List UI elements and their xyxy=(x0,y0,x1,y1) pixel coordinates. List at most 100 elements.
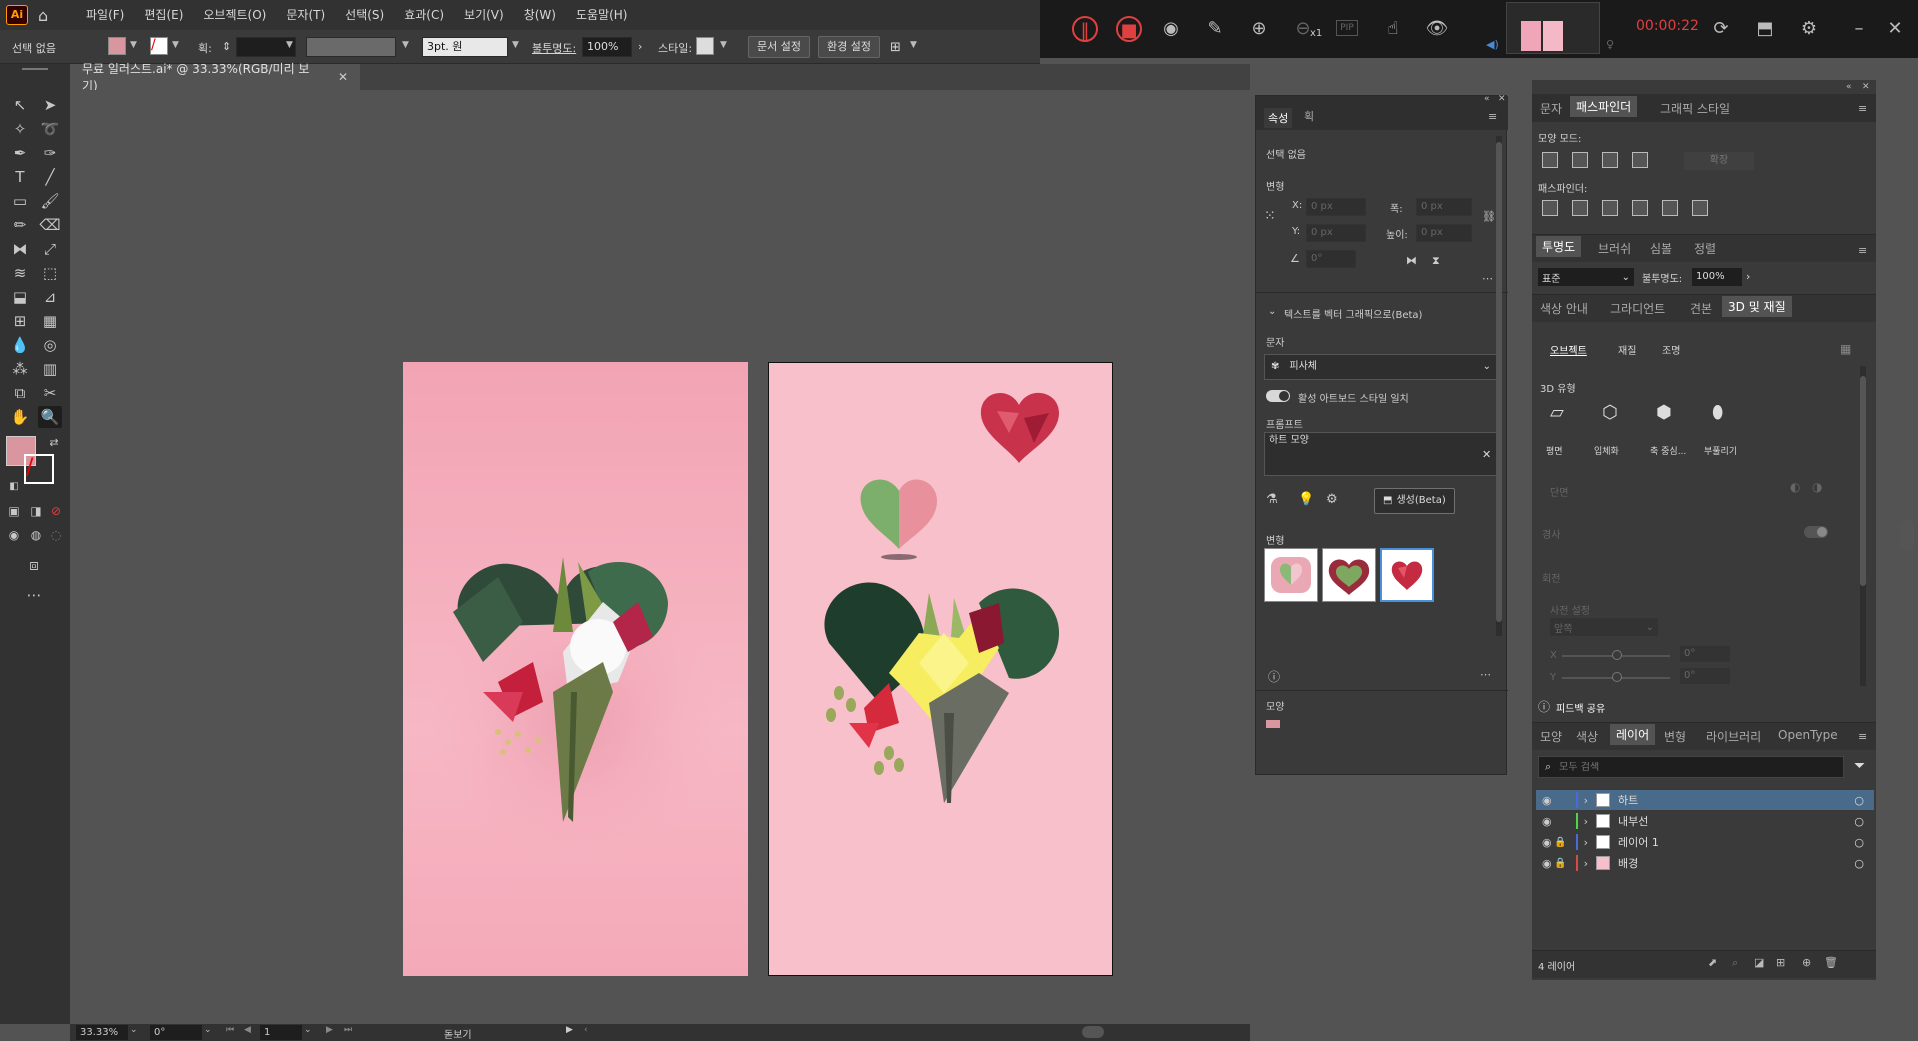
lock-icon[interactable]: 🔒 xyxy=(1552,837,1570,848)
x-field[interactable]: 0 px xyxy=(1306,198,1366,216)
selection-tool-icon[interactable]: ↖ xyxy=(8,94,32,116)
tab-opentype[interactable]: OpenType xyxy=(1778,728,1838,742)
zoom-tool-icon[interactable]: 🔍 xyxy=(38,406,62,428)
target-icon[interactable]: ○ xyxy=(1854,857,1864,870)
preset-select[interactable]: 앞쪽 ⌄ xyxy=(1550,618,1658,636)
tab-color[interactable]: 색상 xyxy=(1576,728,1598,745)
style-swatch[interactable] xyxy=(696,37,714,55)
layers-search[interactable]: ⌕ xyxy=(1538,756,1844,778)
prompt-input[interactable]: 하트 모양 xyxy=(1264,432,1498,476)
menu-type[interactable]: 문자(T) xyxy=(286,0,325,30)
tab-character[interactable]: 문자 xyxy=(1540,100,1562,117)
style-dropdown-icon[interactable]: ▼ xyxy=(720,40,727,50)
brush-field[interactable]: 3pt. 원 xyxy=(422,37,508,57)
flip-horizontal-icon[interactable]: ⧓ xyxy=(1406,254,1417,267)
new-layer-icon[interactable]: ⊕ xyxy=(1802,956,1811,969)
tab-appearance[interactable]: 모양 xyxy=(1540,728,1562,745)
visibility-icon[interactable]: ◉ xyxy=(1542,794,1552,807)
close-panel-icon[interactable]: ✕ xyxy=(1498,94,1506,104)
perspective-grid-icon[interactable]: ⊿ xyxy=(38,286,62,308)
toolbar-grip[interactable] xyxy=(22,68,48,70)
slice-tool-icon[interactable]: ✂ xyxy=(38,382,62,404)
revolve-icon[interactable]: ⬢ xyxy=(1656,402,1672,423)
trim-icon[interactable] xyxy=(1572,200,1588,216)
target-icon[interactable]: ○ xyxy=(1854,836,1864,849)
extrude-icon[interactable]: ⬡ xyxy=(1602,402,1618,423)
pencil-icon[interactable]: ✎ xyxy=(1202,16,1228,42)
speaker-icon[interactable]: ◀) xyxy=(1486,38,1499,51)
variation-thumb-1[interactable] xyxy=(1264,548,1318,602)
preferences-button[interactable]: 환경 설정 xyxy=(818,36,880,58)
cursor-effect-icon[interactable]: ☝ xyxy=(1380,16,1406,42)
prev-artboard-icon[interactable]: ◀ xyxy=(244,1025,251,1035)
stop-record-icon[interactable]: ■ xyxy=(1116,16,1142,42)
h-field[interactable]: 0 px xyxy=(1416,224,1472,242)
more-tools-icon[interactable]: ⋯ xyxy=(22,584,46,606)
visibility-icon[interactable]: ◉ xyxy=(1542,815,1552,828)
rotate-x-handle[interactable] xyxy=(1612,650,1622,660)
tab-gradient[interactable]: 그라디언트 xyxy=(1610,300,1665,317)
minimize-icon[interactable]: – xyxy=(1846,16,1872,42)
bevel-toggle[interactable] xyxy=(1804,526,1828,538)
tab-pathfinder[interactable]: 패스파인더 xyxy=(1570,96,1638,117)
opacity-label[interactable]: 불투명도: xyxy=(532,40,576,56)
cap-off-icon[interactable]: ◑ xyxy=(1812,480,1822,494)
new-sublayer-icon[interactable]: ⊞ xyxy=(1776,956,1785,969)
stroke-stepper-icon[interactable]: ⇕ xyxy=(222,40,231,53)
stroke-swatch[interactable]: / xyxy=(150,37,168,55)
arrange-dropdown-icon[interactable]: ▼ xyxy=(910,40,917,50)
reflect-tool-icon[interactable]: ⧓ xyxy=(8,238,32,260)
tab-graphic-styles[interactable]: 그래픽 스타일 xyxy=(1660,100,1730,117)
zoom-in-icon[interactable]: ⊕ xyxy=(1246,16,1272,42)
reference-point-icon[interactable]: ⁙ xyxy=(1264,208,1276,224)
export-icon[interactable]: ⬒ xyxy=(1752,16,1778,42)
draw-normal-icon[interactable]: ◉ xyxy=(2,524,26,546)
eyedropper-icon[interactable]: 💧 xyxy=(8,334,32,356)
settings-icon[interactable]: ⚙ xyxy=(1796,16,1822,42)
hand-tool-icon[interactable]: ✋ xyxy=(8,406,32,428)
lock-icon[interactable]: 🔒 xyxy=(1552,858,1570,869)
export-layer-icon[interactable]: ⬈ xyxy=(1708,956,1717,969)
merge-icon[interactable] xyxy=(1602,200,1618,216)
next-artboard-icon[interactable]: ▶ xyxy=(326,1025,333,1035)
window-scroll-handle[interactable] xyxy=(1900,520,1914,550)
outline-icon[interactable] xyxy=(1662,200,1678,216)
rotate-label[interactable]: 회전 xyxy=(1542,570,1560,585)
cap-icon[interactable]: ◐ xyxy=(1790,480,1800,494)
free-transform-icon[interactable]: ⬚ xyxy=(38,262,62,284)
layer-row-inner-line[interactable]: ◉ › 내부선 ○ xyxy=(1536,811,1874,831)
tab-libraries[interactable]: 라이브러리 xyxy=(1706,728,1761,745)
fill-swatch[interactable] xyxy=(108,37,126,55)
variation-thumb-2[interactable] xyxy=(1322,548,1376,602)
tab-stroke[interactable]: 획 xyxy=(1304,108,1314,124)
mic-icon[interactable]: ♀ xyxy=(1606,38,1614,51)
clear-prompt-icon[interactable]: ✕ xyxy=(1482,448,1491,461)
tab-align[interactable]: 정렬 xyxy=(1694,240,1716,257)
menu-view[interactable]: 보기(V) xyxy=(464,0,504,30)
zoom-dropdown-icon[interactable]: ⌄ xyxy=(130,1025,138,1035)
properties-scrollbar[interactable] xyxy=(1496,136,1502,636)
pencil-tool-icon[interactable]: ✏ xyxy=(8,214,32,236)
rotate-x-field[interactable]: 0° xyxy=(1680,646,1730,662)
crop-icon[interactable] xyxy=(1632,200,1648,216)
stroke-dropdown-icon[interactable]: ▼ xyxy=(172,40,179,50)
generate-button[interactable]: ⬒ 생성(Beta) xyxy=(1374,488,1455,514)
expand-layer-icon[interactable]: › xyxy=(1584,857,1588,870)
home-icon[interactable]: ⌂ xyxy=(38,6,58,25)
tab-color-guide[interactable]: 색상 안내 xyxy=(1540,300,1588,317)
last-artboard-icon[interactable]: ⏭ xyxy=(344,1025,352,1035)
recording-preview[interactable] xyxy=(1506,2,1600,54)
target-icon[interactable]: ○ xyxy=(1854,794,1864,807)
width-tool-icon[interactable]: ≋ xyxy=(8,262,32,284)
expand-layer-icon[interactable]: › xyxy=(1584,836,1588,849)
tab-transform[interactable]: 변형 xyxy=(1664,728,1686,745)
clipping-mask-icon[interactable]: ◪ xyxy=(1754,956,1764,969)
inflate-icon[interactable]: ⬮ xyxy=(1712,402,1723,423)
close-dock-icon[interactable]: ✕ xyxy=(1862,82,1870,92)
screenshot-icon[interactable]: ◉ xyxy=(1158,16,1184,42)
layer-row-layer1[interactable]: ◉ 🔒 › 레이어 1 ○ xyxy=(1536,832,1874,852)
intersect-icon[interactable] xyxy=(1602,152,1618,168)
rectangle-tool-icon[interactable]: ▭ xyxy=(8,190,32,212)
tab-properties[interactable]: 속성 xyxy=(1264,108,1293,128)
target-icon[interactable]: ○ xyxy=(1854,815,1864,828)
